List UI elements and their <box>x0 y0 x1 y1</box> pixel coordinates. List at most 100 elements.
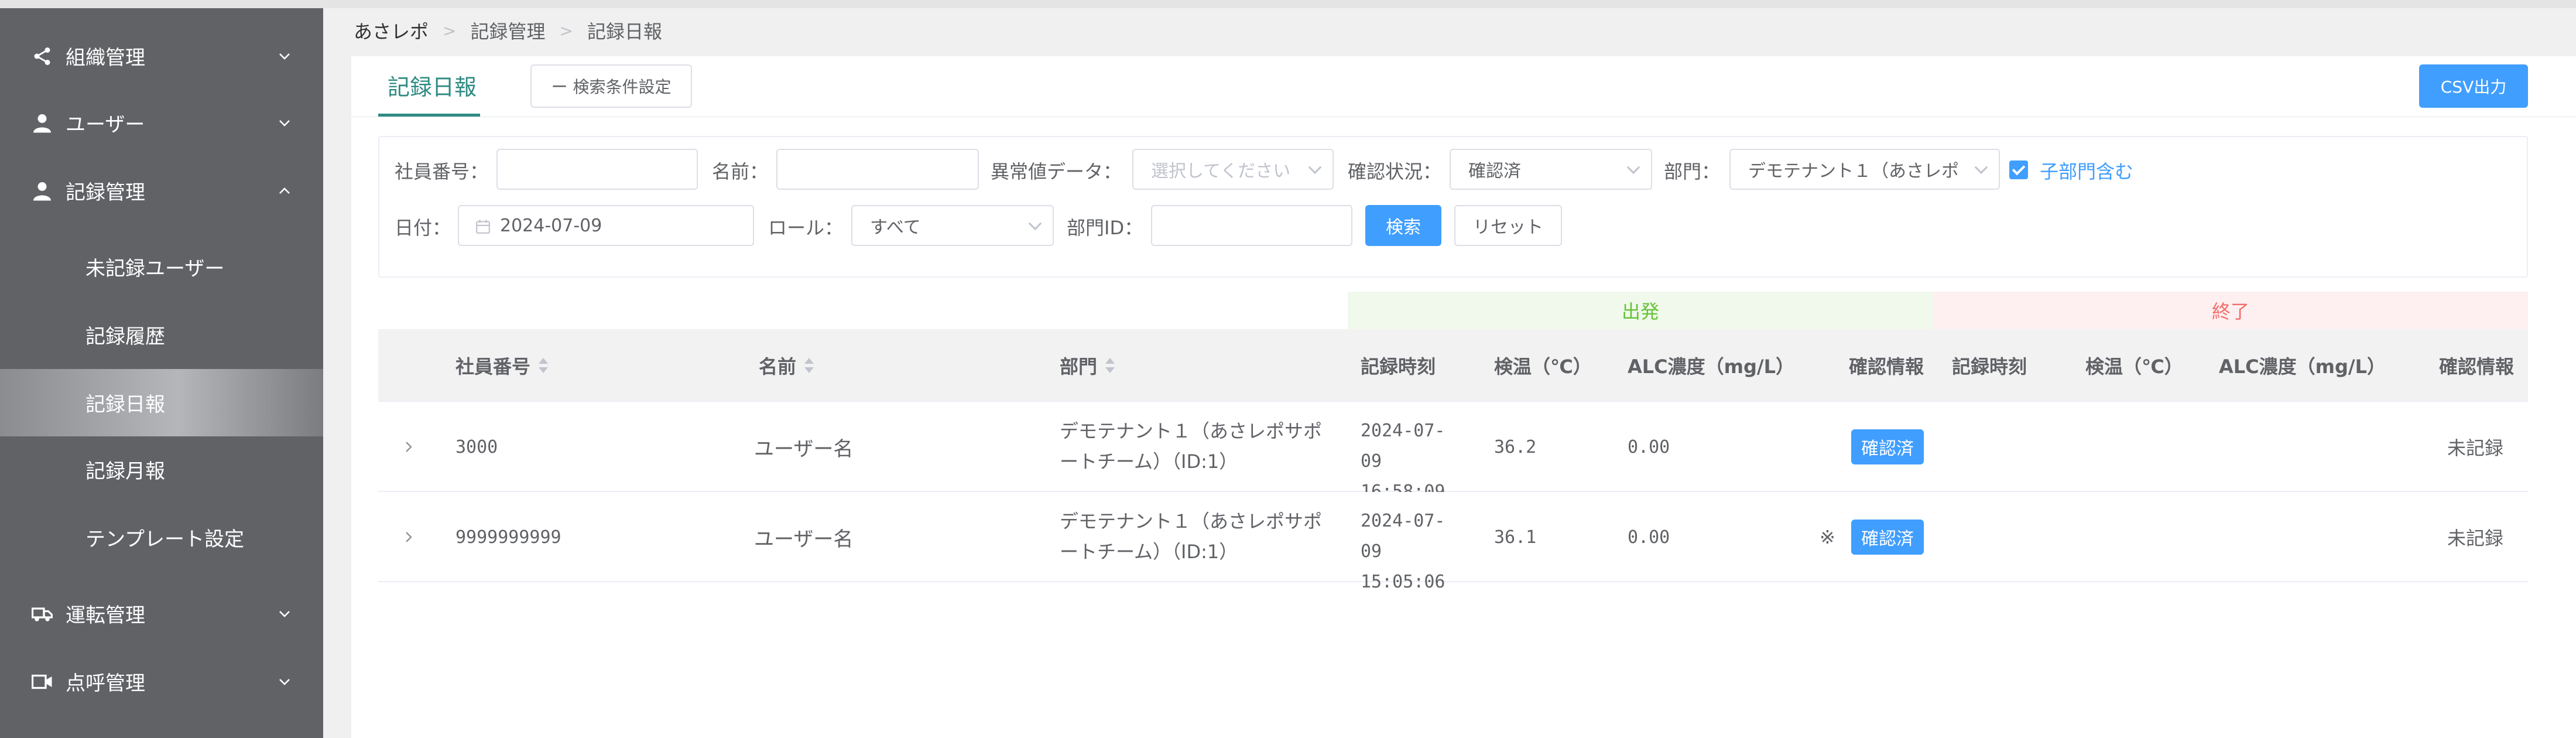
breadcrumb-item-home[interactable]: あさレポ <box>354 17 429 44</box>
column-header-start-time: 記録時刻 <box>1361 356 1436 378</box>
chevron-right-icon[interactable] <box>403 531 415 543</box>
column-header-label: 部門 <box>1060 356 1098 378</box>
abnormal-data-placeholder: 選択してください <box>1151 161 1291 182</box>
sidebar-subitem-label: 記録履歴 <box>85 325 165 348</box>
role-label: ロール： <box>768 217 844 239</box>
chevron-up-icon <box>279 187 290 194</box>
sidebar-item-label: 組織管理 <box>66 46 145 70</box>
search-condition-button[interactable]: ー 検索条件設定 <box>530 64 692 108</box>
column-header-label: 名前 <box>759 356 797 378</box>
chevron-right-icon[interactable] <box>403 441 415 453</box>
name-input[interactable] <box>776 149 979 190</box>
user-icon <box>33 182 51 200</box>
sidebar-subitem-monthly-report[interactable]: 記録月報 <box>0 436 323 503</box>
cell-start-alc: 0.00 <box>1628 527 1670 548</box>
breadcrumb-item-records[interactable]: 記録管理 <box>470 17 545 44</box>
sidebar-subitem-unrecorded-users[interactable]: 未記録ユーザー <box>0 233 323 300</box>
department-label: 部門： <box>1664 160 1721 183</box>
column-header-start-temp: 検温（℃） <box>1494 356 1592 378</box>
csv-export-button[interactable]: CSV出力 <box>2419 64 2528 108</box>
tab-daily-report[interactable]: 記録日報 <box>388 69 477 101</box>
chevron-down-icon <box>1308 160 1322 175</box>
column-header-start-check: 確認情報 <box>1849 356 1924 378</box>
column-header-end-time: 記録時刻 <box>1952 356 2027 378</box>
employee-no-input[interactable] <box>496 149 698 190</box>
sidebar: 組織管理 ユーザー 記録管理 未記録ユーザー 記録履歴 記録日報 記録月報 テン… <box>0 8 323 738</box>
column-header-name[interactable]: 名前 <box>759 329 814 402</box>
cell-employee-no: 3000 <box>455 436 498 457</box>
sidebar-item-driving[interactable]: 運転管理 <box>0 580 323 647</box>
sidebar-subitem-daily-report[interactable]: 記録日報 <box>0 369 323 436</box>
chevron-down-icon <box>279 678 290 685</box>
cell-start-time: 2024-07-09 15:05:06 <box>1361 511 1445 592</box>
cell-end-check: 未記録 <box>2447 527 2504 549</box>
sidebar-subitem-label: テンプレート設定 <box>85 528 244 551</box>
sidebar-item-rollcall[interactable]: 点呼管理 <box>0 648 323 715</box>
name-label: 名前： <box>712 160 769 183</box>
cell-end-check: 未記録 <box>2447 437 2504 459</box>
chevron-down-icon <box>279 53 290 60</box>
confirmed-tag[interactable]: 確認済 <box>1851 429 1924 464</box>
abnormal-data-label: 異常値データ： <box>991 160 1122 183</box>
column-header-department[interactable]: 部門 <box>1060 329 1115 402</box>
employee-no-label: 社員番号： <box>395 160 489 183</box>
chevron-down-icon <box>1626 160 1640 175</box>
breadcrumb: あさレポ > 記録管理 > 記録日報 <box>354 18 662 43</box>
include-subdepartments-label[interactable]: 子部門含む <box>2040 157 2133 184</box>
chevron-down-icon <box>1028 217 1042 231</box>
table-header: 社員番号 名前 部門 記録時刻 検温（℃） ALC濃度（mg/L） 確認情報 記… <box>378 329 2528 402</box>
top-bar <box>0 0 2576 8</box>
sidebar-subitem-template-settings[interactable]: テンプレート設定 <box>0 504 323 571</box>
video-icon <box>32 674 52 689</box>
filter-panel: 社員番号： 名前： 異常値データ： 選択してください 確認状況： 確認済 部門：… <box>378 136 2528 278</box>
sort-icon[interactable] <box>803 357 814 374</box>
department-select-value: デモテナント１（あさレポ <box>1748 161 1959 182</box>
search-button[interactable]: 検索 <box>1365 205 1441 246</box>
chevron-down-icon <box>279 119 290 127</box>
chevron-right-icon: > <box>559 20 573 40</box>
sidebar-item-label: 運転管理 <box>66 604 145 627</box>
start-group-header: 出発 <box>1348 292 1933 329</box>
sort-icon[interactable] <box>537 357 549 374</box>
sidebar-subitem-label: 未記録ユーザー <box>85 257 225 281</box>
status-select[interactable]: 確認済 <box>1450 149 1652 190</box>
abnormal-data-select[interactable]: 選択してください <box>1132 149 1334 190</box>
date-picker-value: 2024-07-09 <box>500 215 602 236</box>
sidebar-item-label: 点呼管理 <box>66 672 145 695</box>
date-picker[interactable]: 2024-07-09 <box>458 205 754 246</box>
sidebar-subitem-record-history[interactable]: 記録履歴 <box>0 301 323 368</box>
sidebar-item-records[interactable]: 記録管理 <box>0 157 323 224</box>
chevron-right-icon: > <box>443 20 457 40</box>
department-id-input[interactable] <box>1151 205 1352 246</box>
cell-department: デモテナント１（あさレポサポートチーム）（ID:1） <box>1060 510 1323 563</box>
sidebar-item-user[interactable]: ユーザー <box>0 89 323 156</box>
cell-start-temp: 36.2 <box>1494 436 1537 457</box>
reset-button[interactable]: リセット <box>1454 205 1562 246</box>
cell-name: ユーザー名 <box>754 437 854 461</box>
sidebar-item-label: ユーザー <box>66 113 145 136</box>
department-select[interactable]: デモテナント１（あさレポ <box>1729 149 2000 190</box>
role-select[interactable]: すべて <box>851 205 1054 246</box>
user-icon <box>33 114 51 132</box>
table-row[interactable]: 3000 ユーザー名 デモテナント１（あさレポサポートチーム）（ID:1） 20… <box>378 402 2528 502</box>
table-row[interactable]: 9999999999 ユーザー名 デモテナント１（あさレポサポートチーム）（ID… <box>378 492 2528 592</box>
column-header-start-alc: ALC濃度（mg/L） <box>1628 356 1794 378</box>
cell-name: ユーザー名 <box>754 527 854 551</box>
column-header-end-alc: ALC濃度（mg/L） <box>2219 356 2386 378</box>
column-header-end-check: 確認情報 <box>2439 356 2515 378</box>
sort-icon[interactable] <box>1104 357 1115 374</box>
chevron-down-icon <box>279 610 290 617</box>
cell-employee-no: 9999999999 <box>455 527 561 548</box>
main-card: 記録日報 ー 検索条件設定 CSV出力 社員番号： 名前： 異常値データ： 選択… <box>351 56 2576 738</box>
calendar-icon <box>476 220 490 234</box>
column-header-employee-no[interactable]: 社員番号 <box>455 329 549 402</box>
cell-department: デモテナント１（あさレポサポートチーム）（ID:1） <box>1060 420 1323 473</box>
include-subdepartments-checkbox[interactable] <box>2009 160 2028 179</box>
date-label: 日付： <box>395 217 451 239</box>
chevron-down-icon <box>1974 160 1988 175</box>
column-header-label: 社員番号 <box>455 356 531 378</box>
sidebar-item-organization[interactable]: 組織管理 <box>0 22 323 90</box>
confirmed-tag[interactable]: 確認済 <box>1851 520 1924 555</box>
cell-start-temp: 36.1 <box>1494 527 1537 548</box>
sidebar-subitem-label: 記録日報 <box>85 393 165 416</box>
